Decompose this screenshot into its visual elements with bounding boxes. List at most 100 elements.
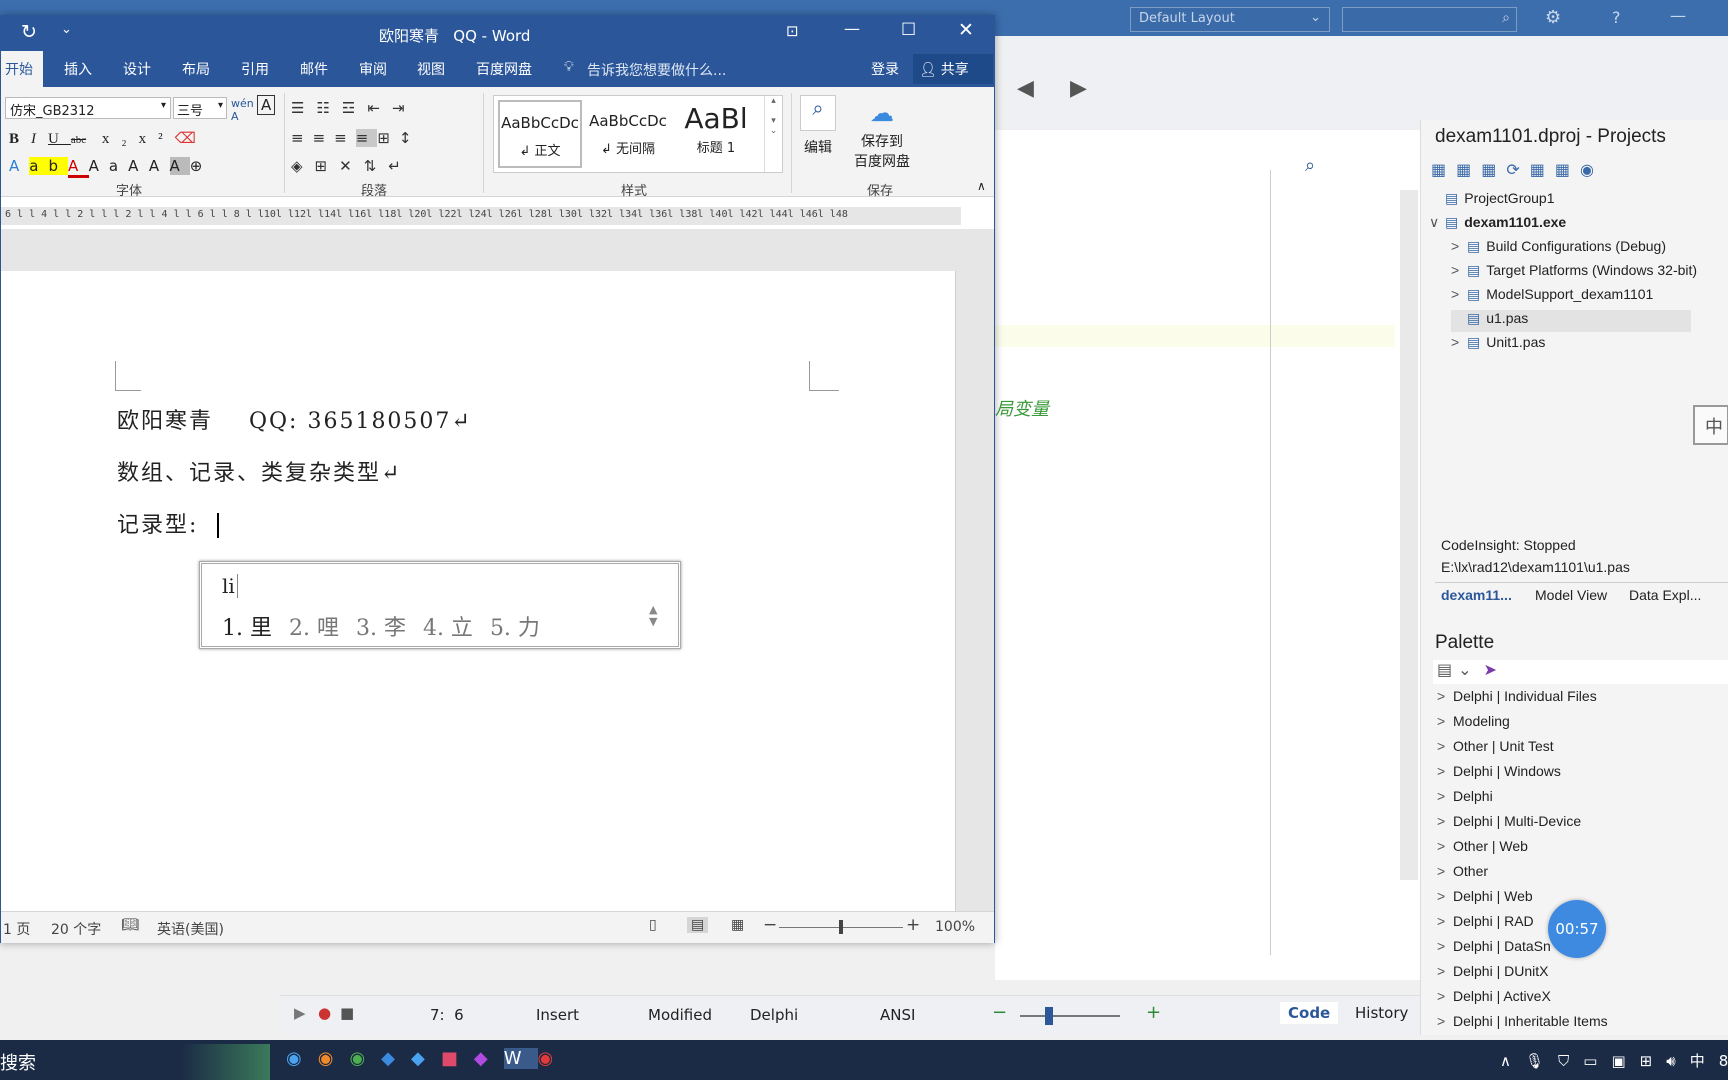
read-mode-icon[interactable]: ▯ (649, 917, 657, 933)
microphone-icon[interactable]: 🎙︎ (1525, 1052, 1558, 1070)
justify-icon[interactable]: ≡ (355, 129, 378, 147)
palette-category[interactable]: > Delphi | RAD (1437, 913, 1534, 935)
palette-category[interactable]: > Delphi | Inheritable Items (1437, 1013, 1608, 1035)
palette-category[interactable]: > Other | Web (1437, 838, 1528, 860)
distributed-icon[interactable]: ⊞ (377, 129, 399, 147)
palette-category[interactable]: > Modeling (1437, 713, 1510, 735)
zoom-in-icon[interactable]: + (906, 915, 920, 935)
style-heading-1[interactable]: AaBl 标题 1 (674, 100, 758, 168)
tab-references[interactable]: 引用 (241, 59, 269, 79)
font-size-select[interactable]: 三号 ▾ (173, 97, 227, 119)
tab-insert[interactable]: 插入 (64, 59, 92, 79)
tab-history[interactable]: History (1355, 1004, 1408, 1022)
phonetic-guide-icon[interactable]: wén A (231, 97, 254, 123)
shading-icon[interactable]: A (169, 157, 190, 175)
styles-scroll[interactable]: ▴ ▾ ⌄ (764, 96, 782, 172)
ime-float-indicator[interactable]: 中 (1693, 405, 1728, 445)
language-select[interactable]: Delphi (750, 1006, 798, 1024)
horizontal-ruler[interactable]: 6 l l 4 l l 2 l l l 2 l l 4 l l 6 l l 8 … (1, 207, 961, 225)
word-count[interactable]: 20 个字 (51, 919, 101, 939)
expand-icon[interactable]: > (1437, 813, 1453, 829)
layout-select[interactable]: Default Layout ⌄ (1130, 7, 1330, 32)
editor-zoom-slider[interactable] (1020, 1007, 1120, 1025)
ribbon-display-icon[interactable]: ⊡ (786, 22, 799, 40)
candidate-4[interactable]: 4. 立 (423, 616, 473, 641)
tab-mailings[interactable]: 邮件 (300, 59, 328, 79)
slider-thumb[interactable] (839, 920, 843, 934)
tab-data-explorer[interactable]: Data Expl... (1629, 587, 1701, 603)
web-layout-icon[interactable]: ▦ (731, 917, 744, 933)
palette-category[interactable]: > Delphi | Web (1437, 888, 1533, 910)
palette-category[interactable]: > Delphi | DUnitX (1437, 963, 1548, 985)
close-icon[interactable]: ✕ (958, 19, 974, 41)
app-icon[interactable]: ◉ (286, 1048, 318, 1069)
bold-button[interactable]: B (9, 131, 31, 147)
collapse-ribbon-icon[interactable]: ∧ (977, 179, 986, 193)
expand-icon[interactable]: > (1437, 913, 1453, 929)
ide-search-input[interactable]: ⌕ (1342, 7, 1517, 32)
chinese-layout-icon[interactable]: ✕ (339, 157, 364, 175)
tab-review[interactable]: 审阅 (359, 59, 387, 79)
line-spacing-icon[interactable]: ↕ (399, 129, 421, 147)
chrome-icon[interactable]: ◉ (349, 1048, 381, 1069)
help-icon[interactable]: ? (1612, 8, 1621, 27)
delphi-icon[interactable]: ◉ (538, 1048, 570, 1069)
align-center-icon[interactable]: ≡ (313, 129, 335, 147)
expand-icon[interactable]: > (1437, 1013, 1453, 1029)
volume-icon[interactable]: 🔊︎ (1666, 1052, 1689, 1070)
palette-category[interactable]: > Other (1437, 863, 1488, 885)
shrink-font-icon[interactable]: A (149, 157, 170, 175)
expand-icon[interactable]: > (1437, 738, 1453, 754)
palette-category[interactable]: > Other | Unit Test (1437, 738, 1554, 760)
firefox-icon[interactable]: ◉ (318, 1048, 350, 1069)
align-left-icon[interactable]: ≡ (291, 129, 313, 147)
enclose-char-icon[interactable]: ⊕ (190, 157, 213, 175)
expand-icon[interactable]: > (1437, 688, 1453, 704)
zoom-out-icon[interactable]: − (763, 915, 777, 935)
tab-home[interactable]: 开始 (5, 59, 33, 79)
page-count[interactable]: 1 页 (3, 919, 30, 939)
expand-icon[interactable]: > (1437, 863, 1453, 879)
encoding-select[interactable]: ANSI (880, 1006, 915, 1024)
record-icon[interactable]: ● (318, 1004, 331, 1022)
quick-access-icon[interactable]: ⌄ (61, 22, 72, 37)
gear-icon[interactable]: ⚙ (1545, 7, 1561, 28)
clear-format-icon[interactable]: ⌫ (175, 131, 208, 147)
share-button[interactable]: 👤︎ 共享 (913, 54, 993, 84)
play-icon[interactable]: ▶ (294, 1004, 306, 1022)
candidate-5[interactable]: 5. 力 (490, 616, 540, 641)
tab-code[interactable]: Code (1280, 1002, 1339, 1024)
expand-icon[interactable]: > (1437, 713, 1453, 729)
highlight-icon[interactable]: ab (29, 157, 68, 175)
text-effect-icon[interactable]: A (9, 157, 29, 175)
ime-indicator[interactable]: 中 (1690, 1052, 1719, 1070)
tree-item[interactable]: ▤ u1.pas (1451, 310, 1691, 332)
tab-design[interactable]: 设计 (123, 59, 151, 79)
zoom-slider[interactable] (779, 920, 903, 934)
zoom-level[interactable]: 100% (935, 919, 975, 935)
pointer-icon[interactable]: ➤ (1484, 660, 1497, 679)
tab-projects[interactable]: dexam11... (1441, 587, 1512, 603)
expand-icon[interactable]: ∨ (1429, 214, 1445, 231)
slider-thumb[interactable] (1045, 1007, 1053, 1025)
superscript-button[interactable]: x² (139, 131, 175, 147)
chevron-up-icon[interactable]: ∧ (1500, 1052, 1525, 1070)
login-link[interactable]: 登录 (871, 59, 899, 79)
expand-icon[interactable]: > (1437, 938, 1453, 954)
align-right-icon[interactable]: ≡ (334, 129, 356, 147)
tree-item[interactable]: > ▤ Build Configurations (Debug) (1451, 238, 1666, 260)
app-icon[interactable]: ◆ (381, 1048, 411, 1069)
candidate-2[interactable]: 2. 哩 (289, 616, 339, 641)
sort-icon[interactable]: ⇅ (364, 157, 389, 175)
insert-mode[interactable]: Insert (536, 1006, 579, 1024)
italic-button[interactable]: I (31, 131, 48, 147)
editor-vertical-scrollbar[interactable] (1400, 190, 1418, 880)
minimize-icon[interactable]: — (844, 19, 860, 38)
underline-button[interactable]: U (48, 131, 71, 147)
tree-item[interactable]: ▤ ProjectGroup1 (1429, 190, 1555, 212)
palette-category[interactable]: > Delphi (1437, 788, 1493, 810)
candidate-3[interactable]: 3. 李 (356, 616, 406, 641)
expand-icon[interactable]: > (1451, 286, 1467, 302)
char-border-icon[interactable]: A (257, 95, 276, 115)
subscript-button[interactable]: x₂ (102, 131, 139, 147)
